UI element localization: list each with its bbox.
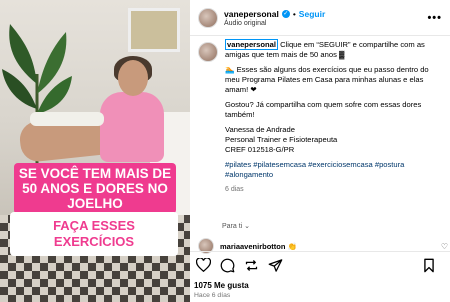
person-body — [100, 92, 164, 162]
caption-line1: vanepersonal Clique em “SEGUIR” e compar… — [225, 39, 443, 60]
repost-icon[interactable] — [242, 256, 260, 274]
signature-cref: CREF 012518-G/PR — [225, 145, 295, 154]
likes-count[interactable]: 1075 Me gusta — [194, 281, 249, 290]
header-line: vanepersonal ✓ • Seguir — [224, 9, 427, 19]
actions-bar: 1075 Me gusta Hace 6 días — [190, 251, 450, 302]
overlay-title: SE VOCÊ TEM MAIS DE 50 ANOS E DORES NO J… — [14, 163, 176, 214]
bookmark-icon[interactable] — [420, 256, 438, 274]
signature-title: Personal Trainer e Fisioterapeuta — [225, 135, 338, 144]
commenter-username[interactable]: mariaavenirbotton — [220, 242, 285, 251]
header-text: vanepersonal ✓ • Seguir Áudio original — [224, 9, 427, 27]
follow-button[interactable]: Seguir — [299, 9, 325, 19]
caption-text-3: Gostou? Já compartilha com quem sofre co… — [225, 100, 422, 119]
hashtags[interactable]: #pilates #pilatesemcasa #exerciciosemcas… — [225, 160, 443, 180]
overlay-subtitle: FAÇA ESSES EXERCÍCIOS — [10, 212, 178, 256]
comment-icon[interactable] — [218, 256, 236, 274]
post-date: Hace 6 días — [194, 292, 231, 299]
audio-link[interactable]: Áudio original — [224, 20, 427, 27]
caption-avatar[interactable] — [198, 42, 218, 62]
wall-picture — [128, 8, 180, 52]
verified-icon: ✓ — [281, 9, 290, 18]
person-head — [118, 60, 148, 96]
share-icon[interactable] — [266, 256, 284, 274]
caption-time: 6 dias — [225, 186, 244, 193]
post-media[interactable]: SE VOCÊ TEM MAIS DE 50 ANOS E DORES NO J… — [0, 0, 190, 302]
avatar[interactable] — [198, 7, 218, 28]
comment-text: mariaavenirbotton 👏 — [220, 242, 441, 251]
comment-like-icon[interactable]: ♡ — [441, 242, 448, 251]
more-options-icon[interactable]: ••• — [427, 12, 442, 24]
exercise-band — [30, 112, 104, 126]
caption-signature: Vanessa de Andrade Personal Trainer e Fi… — [225, 125, 443, 155]
action-icons — [194, 256, 444, 274]
caption-username[interactable]: vanepersonal — [225, 39, 278, 50]
like-icon[interactable] — [194, 256, 212, 274]
header-username[interactable]: vanepersonal — [224, 9, 279, 19]
caption: vanepersonal Clique em “SEGUIR” e compar… — [198, 39, 444, 195]
for-you-toggle[interactable]: Para ti ⌄ — [222, 222, 250, 230]
caption-body: vanepersonal Clique em “SEGUIR” e compar… — [225, 39, 443, 195]
post-header: vanepersonal ✓ • Seguir Áudio original •… — [190, 0, 450, 36]
signature-name: Vanessa de Andrade — [225, 125, 295, 134]
separator-dot: • — [292, 8, 296, 19]
caption-text-2: 🏊 Esses são alguns dos exercícios que eu… — [225, 65, 429, 94]
comment-body: 👏 — [287, 241, 297, 251]
